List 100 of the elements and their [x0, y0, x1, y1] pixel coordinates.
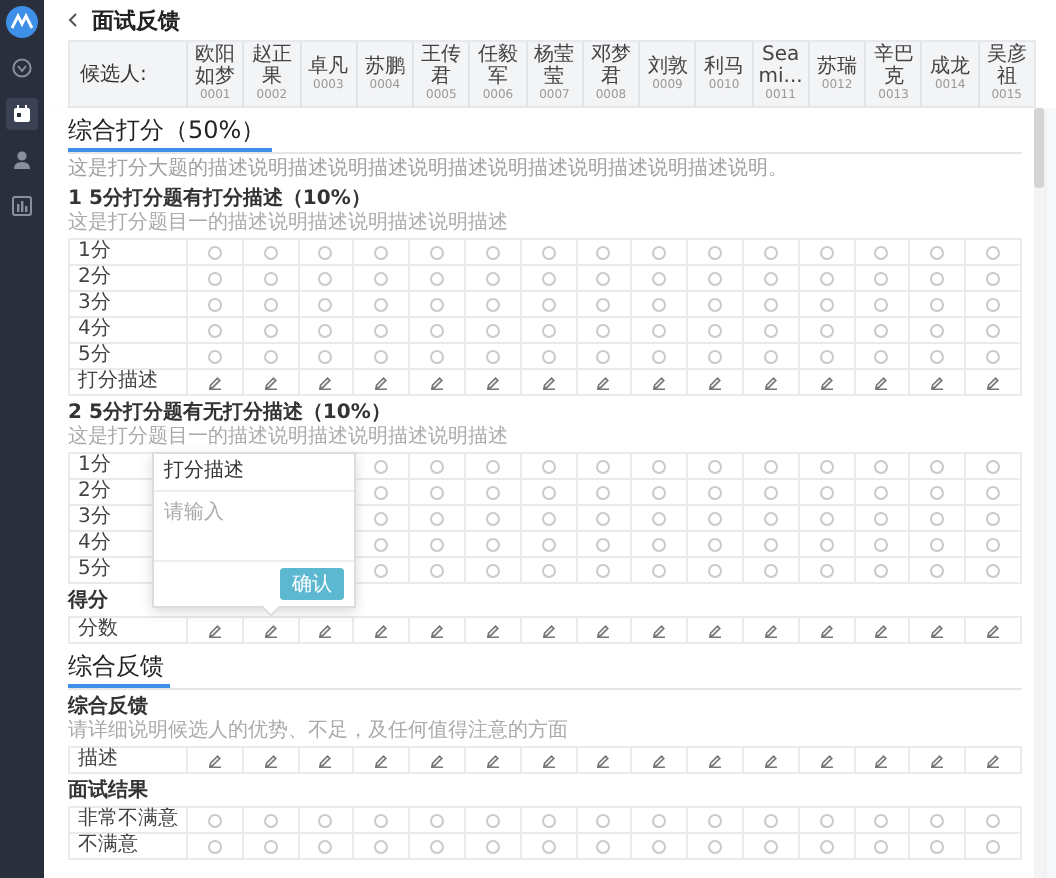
edit-icon[interactable]	[596, 753, 611, 767]
radio-button[interactable]	[819, 537, 834, 551]
radio-button[interactable]	[485, 485, 500, 499]
radio-button[interactable]	[819, 485, 834, 499]
radio-button[interactable]	[541, 297, 556, 311]
radio-button[interactable]	[986, 245, 1001, 259]
radio-button[interactable]	[596, 349, 611, 363]
radio-button[interactable]	[986, 485, 1001, 499]
radio-button[interactable]	[263, 323, 278, 337]
edit-icon[interactable]	[541, 753, 556, 767]
radio-button[interactable]	[541, 459, 556, 473]
radio-button[interactable]	[819, 813, 834, 827]
edit-icon[interactable]	[652, 753, 667, 767]
radio-button[interactable]	[374, 323, 389, 337]
edit-icon[interactable]	[263, 375, 278, 389]
radio-button[interactable]	[986, 511, 1001, 525]
edit-icon[interactable]	[819, 623, 834, 637]
radio-button[interactable]	[930, 349, 945, 363]
radio-button[interactable]	[541, 245, 556, 259]
sidebar-item[interactable]	[6, 98, 38, 130]
radio-button[interactable]	[763, 459, 778, 473]
radio-button[interactable]	[986, 563, 1001, 577]
edit-icon[interactable]	[708, 375, 723, 389]
radio-button[interactable]	[430, 297, 445, 311]
radio-button[interactable]	[596, 813, 611, 827]
radio-button[interactable]	[763, 271, 778, 285]
radio-button[interactable]	[652, 271, 667, 285]
radio-button[interactable]	[986, 813, 1001, 827]
radio-button[interactable]	[763, 563, 778, 577]
radio-button[interactable]	[708, 537, 723, 551]
radio-button[interactable]	[207, 349, 222, 363]
radio-button[interactable]	[430, 349, 445, 363]
radio-button[interactable]	[374, 459, 389, 473]
edit-icon[interactable]	[708, 753, 723, 767]
radio-button[interactable]	[430, 511, 445, 525]
radio-button[interactable]	[485, 511, 500, 525]
radio-button[interactable]	[819, 297, 834, 311]
edit-icon[interactable]	[374, 753, 389, 767]
radio-button[interactable]	[207, 271, 222, 285]
radio-button[interactable]	[485, 537, 500, 551]
radio-button[interactable]	[874, 563, 889, 577]
edit-icon[interactable]	[207, 753, 222, 767]
edit-icon[interactable]	[430, 753, 445, 767]
radio-button[interactable]	[596, 563, 611, 577]
edit-icon[interactable]	[596, 375, 611, 389]
edit-icon[interactable]	[986, 375, 1001, 389]
radio-button[interactable]	[763, 297, 778, 311]
radio-button[interactable]	[485, 563, 500, 577]
radio-button[interactable]	[819, 245, 834, 259]
radio-button[interactable]	[430, 485, 445, 499]
radio-button[interactable]	[596, 271, 611, 285]
radio-button[interactable]	[986, 459, 1001, 473]
radio-button[interactable]	[930, 297, 945, 311]
radio-button[interactable]	[763, 839, 778, 853]
radio-button[interactable]	[374, 245, 389, 259]
radio-button[interactable]	[485, 297, 500, 311]
edit-icon[interactable]	[986, 623, 1001, 637]
radio-button[interactable]	[207, 323, 222, 337]
radio-button[interactable]	[708, 323, 723, 337]
radio-button[interactable]	[930, 271, 945, 285]
radio-button[interactable]	[986, 839, 1001, 853]
radio-button[interactable]	[318, 349, 333, 363]
radio-button[interactable]	[763, 245, 778, 259]
edit-icon[interactable]	[874, 375, 889, 389]
radio-button[interactable]	[708, 511, 723, 525]
radio-button[interactable]	[374, 813, 389, 827]
radio-button[interactable]	[374, 511, 389, 525]
radio-button[interactable]	[708, 271, 723, 285]
edit-icon[interactable]	[930, 375, 945, 389]
edit-icon[interactable]	[207, 623, 222, 637]
radio-button[interactable]	[819, 511, 834, 525]
radio-button[interactable]	[263, 245, 278, 259]
radio-button[interactable]	[541, 323, 556, 337]
radio-button[interactable]	[541, 537, 556, 551]
radio-button[interactable]	[263, 349, 278, 363]
edit-icon[interactable]	[263, 623, 278, 637]
radio-button[interactable]	[318, 323, 333, 337]
edit-icon[interactable]	[652, 375, 667, 389]
edit-icon[interactable]	[763, 753, 778, 767]
radio-button[interactable]	[541, 271, 556, 285]
edit-icon[interactable]	[930, 753, 945, 767]
radio-button[interactable]	[596, 485, 611, 499]
radio-button[interactable]	[930, 245, 945, 259]
edit-icon[interactable]	[374, 623, 389, 637]
edit-icon[interactable]	[819, 375, 834, 389]
radio-button[interactable]	[819, 839, 834, 853]
radio-button[interactable]	[541, 563, 556, 577]
radio-button[interactable]	[819, 271, 834, 285]
radio-button[interactable]	[874, 297, 889, 311]
radio-button[interactable]	[874, 839, 889, 853]
radio-button[interactable]	[874, 537, 889, 551]
radio-button[interactable]	[374, 839, 389, 853]
radio-button[interactable]	[263, 839, 278, 853]
radio-button[interactable]	[207, 297, 222, 311]
radio-button[interactable]	[485, 813, 500, 827]
radio-button[interactable]	[263, 271, 278, 285]
edit-icon[interactable]	[263, 753, 278, 767]
radio-button[interactable]	[819, 563, 834, 577]
radio-button[interactable]	[652, 537, 667, 551]
radio-button[interactable]	[986, 297, 1001, 311]
